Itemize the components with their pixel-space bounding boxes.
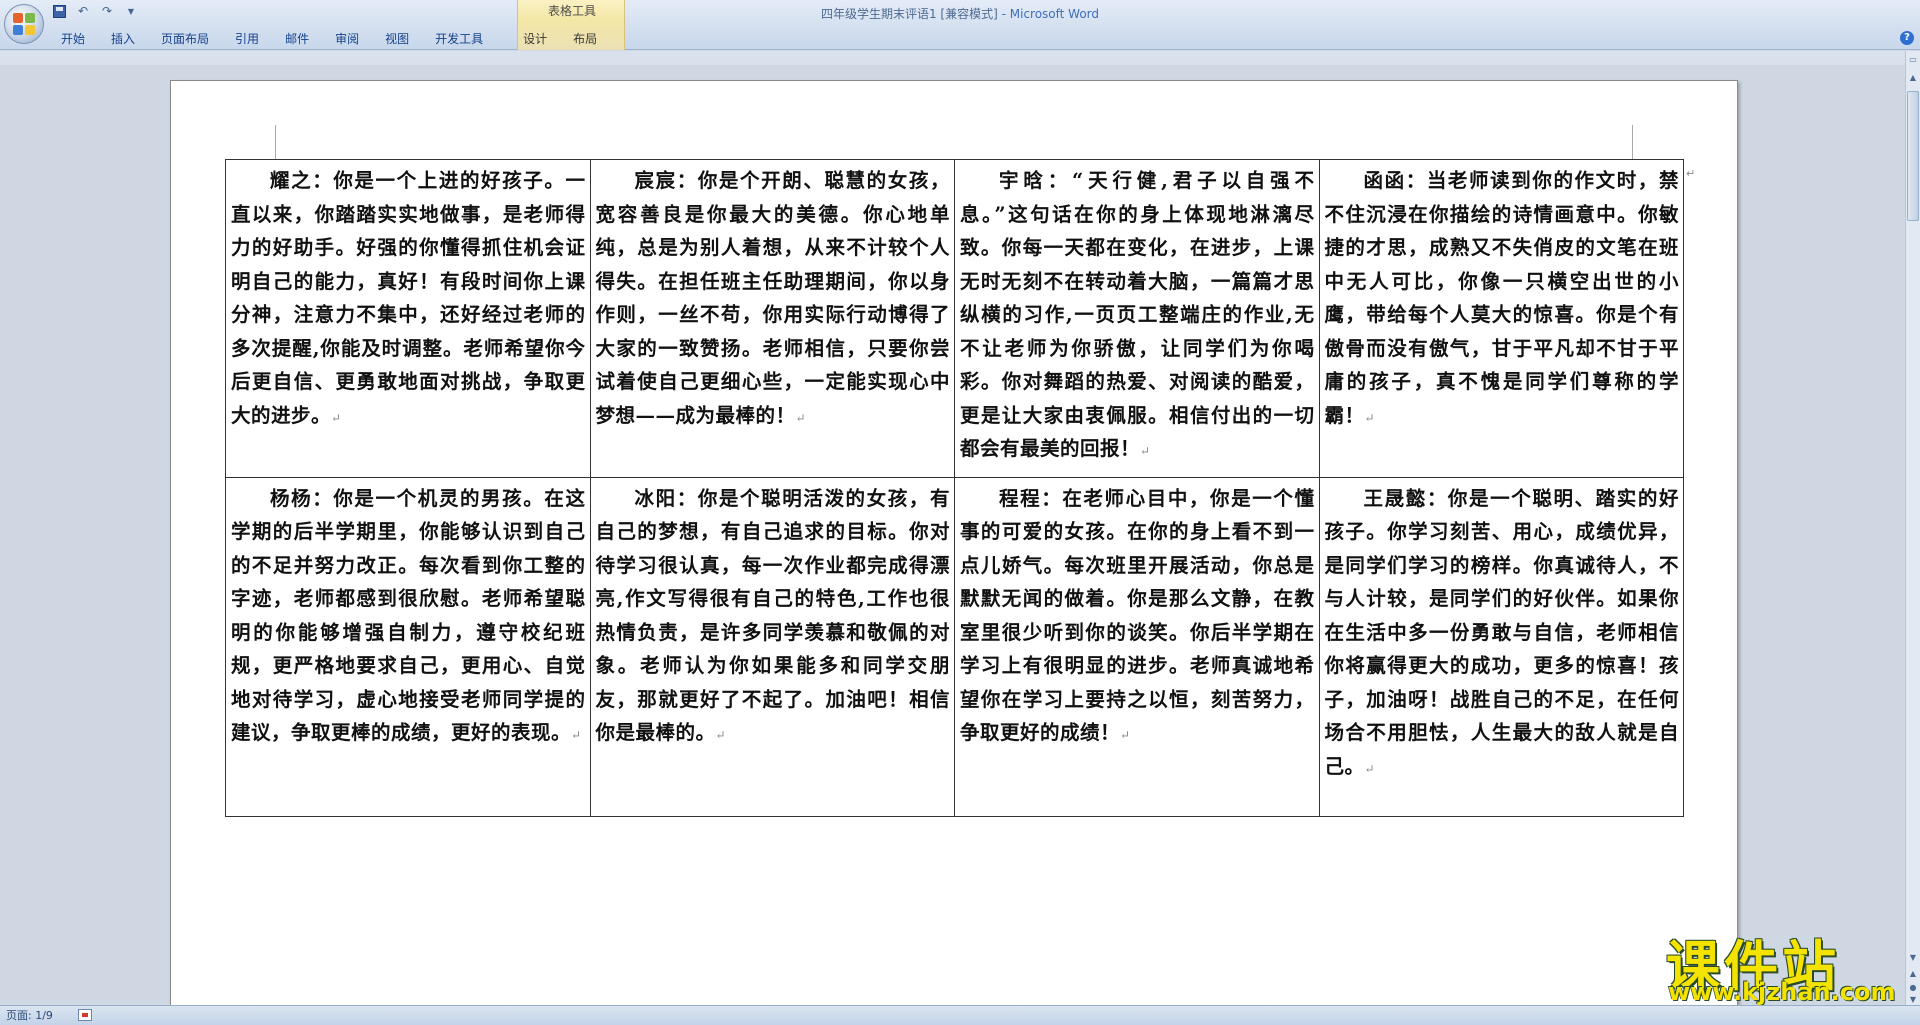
paragraph-mark: ↵ (1120, 728, 1131, 742)
table-cell[interactable]: 函函：当老师读到你的作文时，禁不住沉浸在你描绘的诗情画意中。你敏捷的才思，成熟又… (1318, 159, 1684, 478)
table-cell[interactable]: 耀之：你是一个上进的好孩子。一直以来，你踏踏实实地做事，是老师得力的好助手。好强… (225, 159, 591, 478)
cell-text: 杨杨：你是一个机灵的男孩。在这学期的后半学期里，你能够认识到自己的不足并努力改正… (231, 486, 586, 745)
table-cell[interactable]: 王晟懿：你是一个聪明、踏实的好孩子。你学习刻苦、用心，成绩优异，是同学们学习的榜… (1318, 476, 1684, 817)
tab-mailings[interactable]: 邮件 (272, 30, 322, 48)
ribbon-tabs: 开始 插入 页面布局 引用 邮件 审阅 视图 开发工具 设计 布局 (48, 30, 610, 48)
prev-page-icon[interactable]: ▲ (1907, 967, 1919, 981)
scroll-thumb[interactable] (1907, 91, 1919, 221)
table-cell[interactable]: 宇晗：“天行健,君子以自强不息。”这句话在你的身上体现地淋漓尽致。你每一天都在变… (954, 159, 1320, 478)
document-title: 四年级学生期末评语1 [兼容模式] (820, 7, 998, 21)
table-cell[interactable]: 杨杨：你是一个机灵的男孩。在这学期的后半学期里，你能够认识到自己的不足并努力改正… (225, 476, 591, 817)
tab-developer[interactable]: 开发工具 (422, 30, 496, 48)
cell-text: 王晟懿：你是一个聪明、踏实的好孩子。你学习刻苦、用心，成绩优异，是同学们学习的榜… (1324, 486, 1679, 778)
table-cell[interactable]: 程程：在老师心目中，你是一个懂事的可爱的女孩。在你的身上看不到一点儿娇气。每次班… (954, 476, 1320, 817)
tab-references[interactable]: 引用 (222, 30, 272, 48)
table-cell[interactable]: 宸宸：你是个开朗、聪慧的女孩，宽容善良是你最大的美德。你心地单纯，总是为别人着想… (589, 159, 955, 478)
scroll-down-icon[interactable]: ▼ (1907, 951, 1919, 965)
title-bar: ↶ ↷ ▼ 表格工具 四年级学生期末评语1 [兼容模式] - Microsoft… (0, 0, 1920, 50)
tab-design[interactable]: 设计 (510, 30, 560, 48)
window-title: 四年级学生期末评语1 [兼容模式] - Microsoft Word (0, 5, 1920, 22)
table-cell[interactable]: 冰阳：你是个聪明活泼的女孩，有自己的梦想，有自己追求的目标。你对待学习很认真，每… (589, 476, 955, 817)
table-row: 杨杨：你是一个机灵的男孩。在这学期的后半学期里，你能够认识到自己的不足并努力改正… (225, 476, 1684, 817)
tab-review[interactable]: 审阅 (322, 30, 372, 48)
page-count[interactable]: 页面: 1/9 (6, 1006, 53, 1025)
comments-table[interactable]: 耀之：你是一个上进的好孩子。一直以来，你踏踏实实地做事，是老师得力的好助手。好强… (225, 159, 1684, 817)
cell-text: 程程：在老师心目中，你是一个懂事的可爱的女孩。在你的身上看不到一点儿娇气。每次班… (960, 486, 1315, 745)
tab-insert[interactable]: 插入 (98, 30, 148, 48)
tab-page-layout[interactable]: 页面布局 (148, 30, 222, 48)
status-bar: 页面: 1/9 (0, 1005, 1920, 1025)
paragraph-mark: ↵ (715, 728, 727, 742)
scroll-up-icon[interactable]: ▲ (1907, 71, 1919, 85)
watermark-url: www.kjzhan.com (1668, 978, 1896, 1006)
proofing-icon[interactable] (78, 1009, 92, 1021)
margin-mark-left (275, 125, 276, 159)
vertical-scrollbar[interactable]: ▭ ▲ ▼ ▲ ● ▼ (1905, 51, 1920, 1005)
tab-home[interactable]: 开始 (48, 30, 98, 48)
paragraph-mark: ↵ (571, 728, 582, 742)
paragraph-mark: ↵ (795, 410, 807, 425)
cell-text: 宸宸：你是个开朗、聪慧的女孩，宽容善良是你最大的美德。你心地单纯，总是为别人着想… (595, 169, 950, 427)
app-name: - Microsoft Word (997, 7, 1100, 21)
paragraph-mark: ↵ (331, 410, 342, 425)
cell-text: 宇晗：“天行健,君子以自强不息。”这句话在你的身上体现地淋漓尽致。你每一天都在变… (960, 169, 1315, 460)
row-end-mark: ↵ (1686, 167, 1696, 180)
tab-layout[interactable]: 布局 (560, 30, 610, 48)
table-row: 耀之：你是一个上进的好孩子。一直以来，你踏踏实实地做事，是老师得力的好助手。好强… (225, 159, 1684, 478)
paragraph-mark: ↵ (1364, 761, 1376, 776)
ruler-toggle-icon[interactable]: ▭ (1907, 53, 1919, 67)
help-icon[interactable]: ? (1900, 31, 1914, 45)
cell-text: 耀之：你是一个上进的好孩子。一直以来，你踏踏实实地做事，是老师得力的好助手。好强… (231, 169, 586, 427)
cell-text: 函函：当老师读到你的作文时，禁不住沉浸在你描绘的诗情画意中。你敏捷的才思，成熟又… (1324, 169, 1679, 427)
cell-text: 冰阳：你是个聪明活泼的女孩，有自己的梦想，有自己追求的目标。你对待学习很认真，每… (595, 486, 950, 745)
margin-mark-right (1632, 125, 1633, 159)
ruler-strip (0, 51, 1905, 65)
paragraph-mark: ↵ (1140, 444, 1151, 458)
paragraph-mark: ↵ (1364, 410, 1376, 425)
tab-view[interactable]: 视图 (372, 30, 422, 48)
